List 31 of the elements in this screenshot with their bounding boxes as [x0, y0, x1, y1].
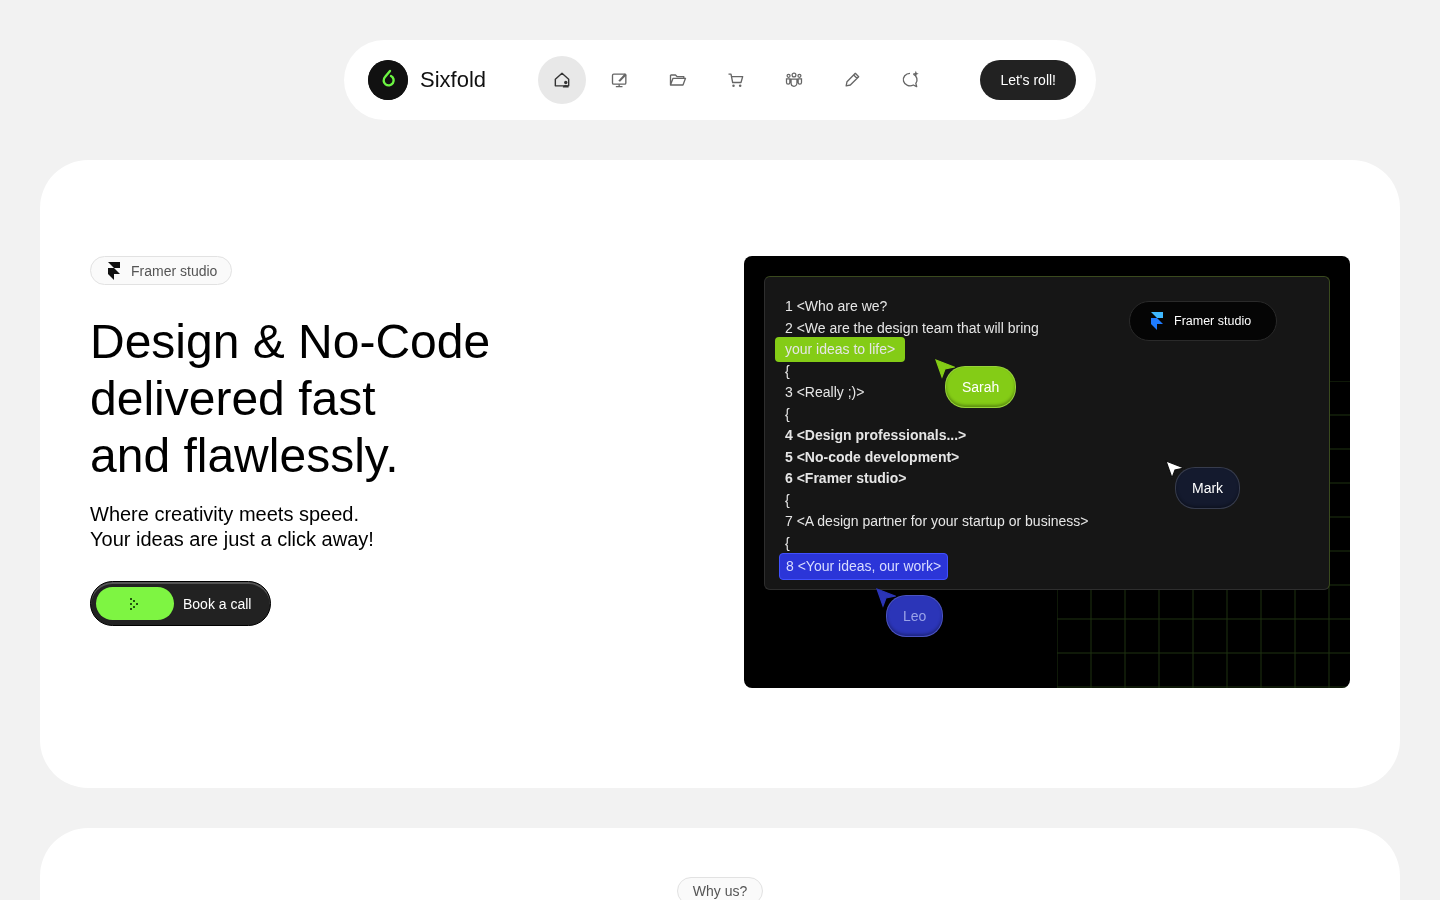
hero-subtitle-line: Where creativity meets speed.	[90, 502, 360, 527]
name-tag: Leo	[886, 595, 944, 637]
code-line: {	[784, 361, 791, 381]
home-icon	[552, 70, 572, 90]
code-line: {	[784, 533, 791, 553]
code-line: {	[784, 404, 791, 424]
hero-subtitle-line: Your ideas are just a click away!	[90, 527, 374, 552]
code-line: 1 <Who are we?	[784, 297, 889, 316]
hero-heading-line: and flawlessly.	[90, 428, 400, 484]
arrow-icon	[129, 596, 141, 611]
code-line: 7 <A design partner for your startup or business>	[784, 512, 1090, 531]
code-line: 5 <No-code development>	[784, 447, 961, 467]
cta-button[interactable]: Let's roll!	[980, 60, 1076, 100]
section-badge: Why us?	[676, 877, 764, 900]
nav-item[interactable]	[538, 56, 586, 104]
code-line: {	[784, 490, 791, 510]
code-line: 3 <Really ;)>	[784, 383, 866, 402]
chat-icon	[900, 70, 920, 90]
people-icon	[784, 70, 804, 90]
hero-heading-line: Design & No-Code	[90, 314, 491, 370]
framer-logo-icon	[1150, 312, 1164, 330]
code-line: 6 <Framer studio>	[784, 469, 908, 488]
framer-logo-icon	[107, 261, 121, 280]
book-call-button[interactable]: Book a call	[90, 581, 272, 626]
code-line: 2 <We are the design team that will bring	[784, 318, 1040, 338]
logo-icon[interactable]	[368, 60, 408, 100]
badge-label: Framer studio	[1174, 314, 1252, 328]
hero-heading-line: delivered fast	[90, 371, 377, 427]
code-line: 4 <Design professionals...>	[784, 426, 968, 445]
badge-label: Framer studio	[131, 262, 218, 279]
brand-name: Sixfold	[420, 67, 487, 93]
